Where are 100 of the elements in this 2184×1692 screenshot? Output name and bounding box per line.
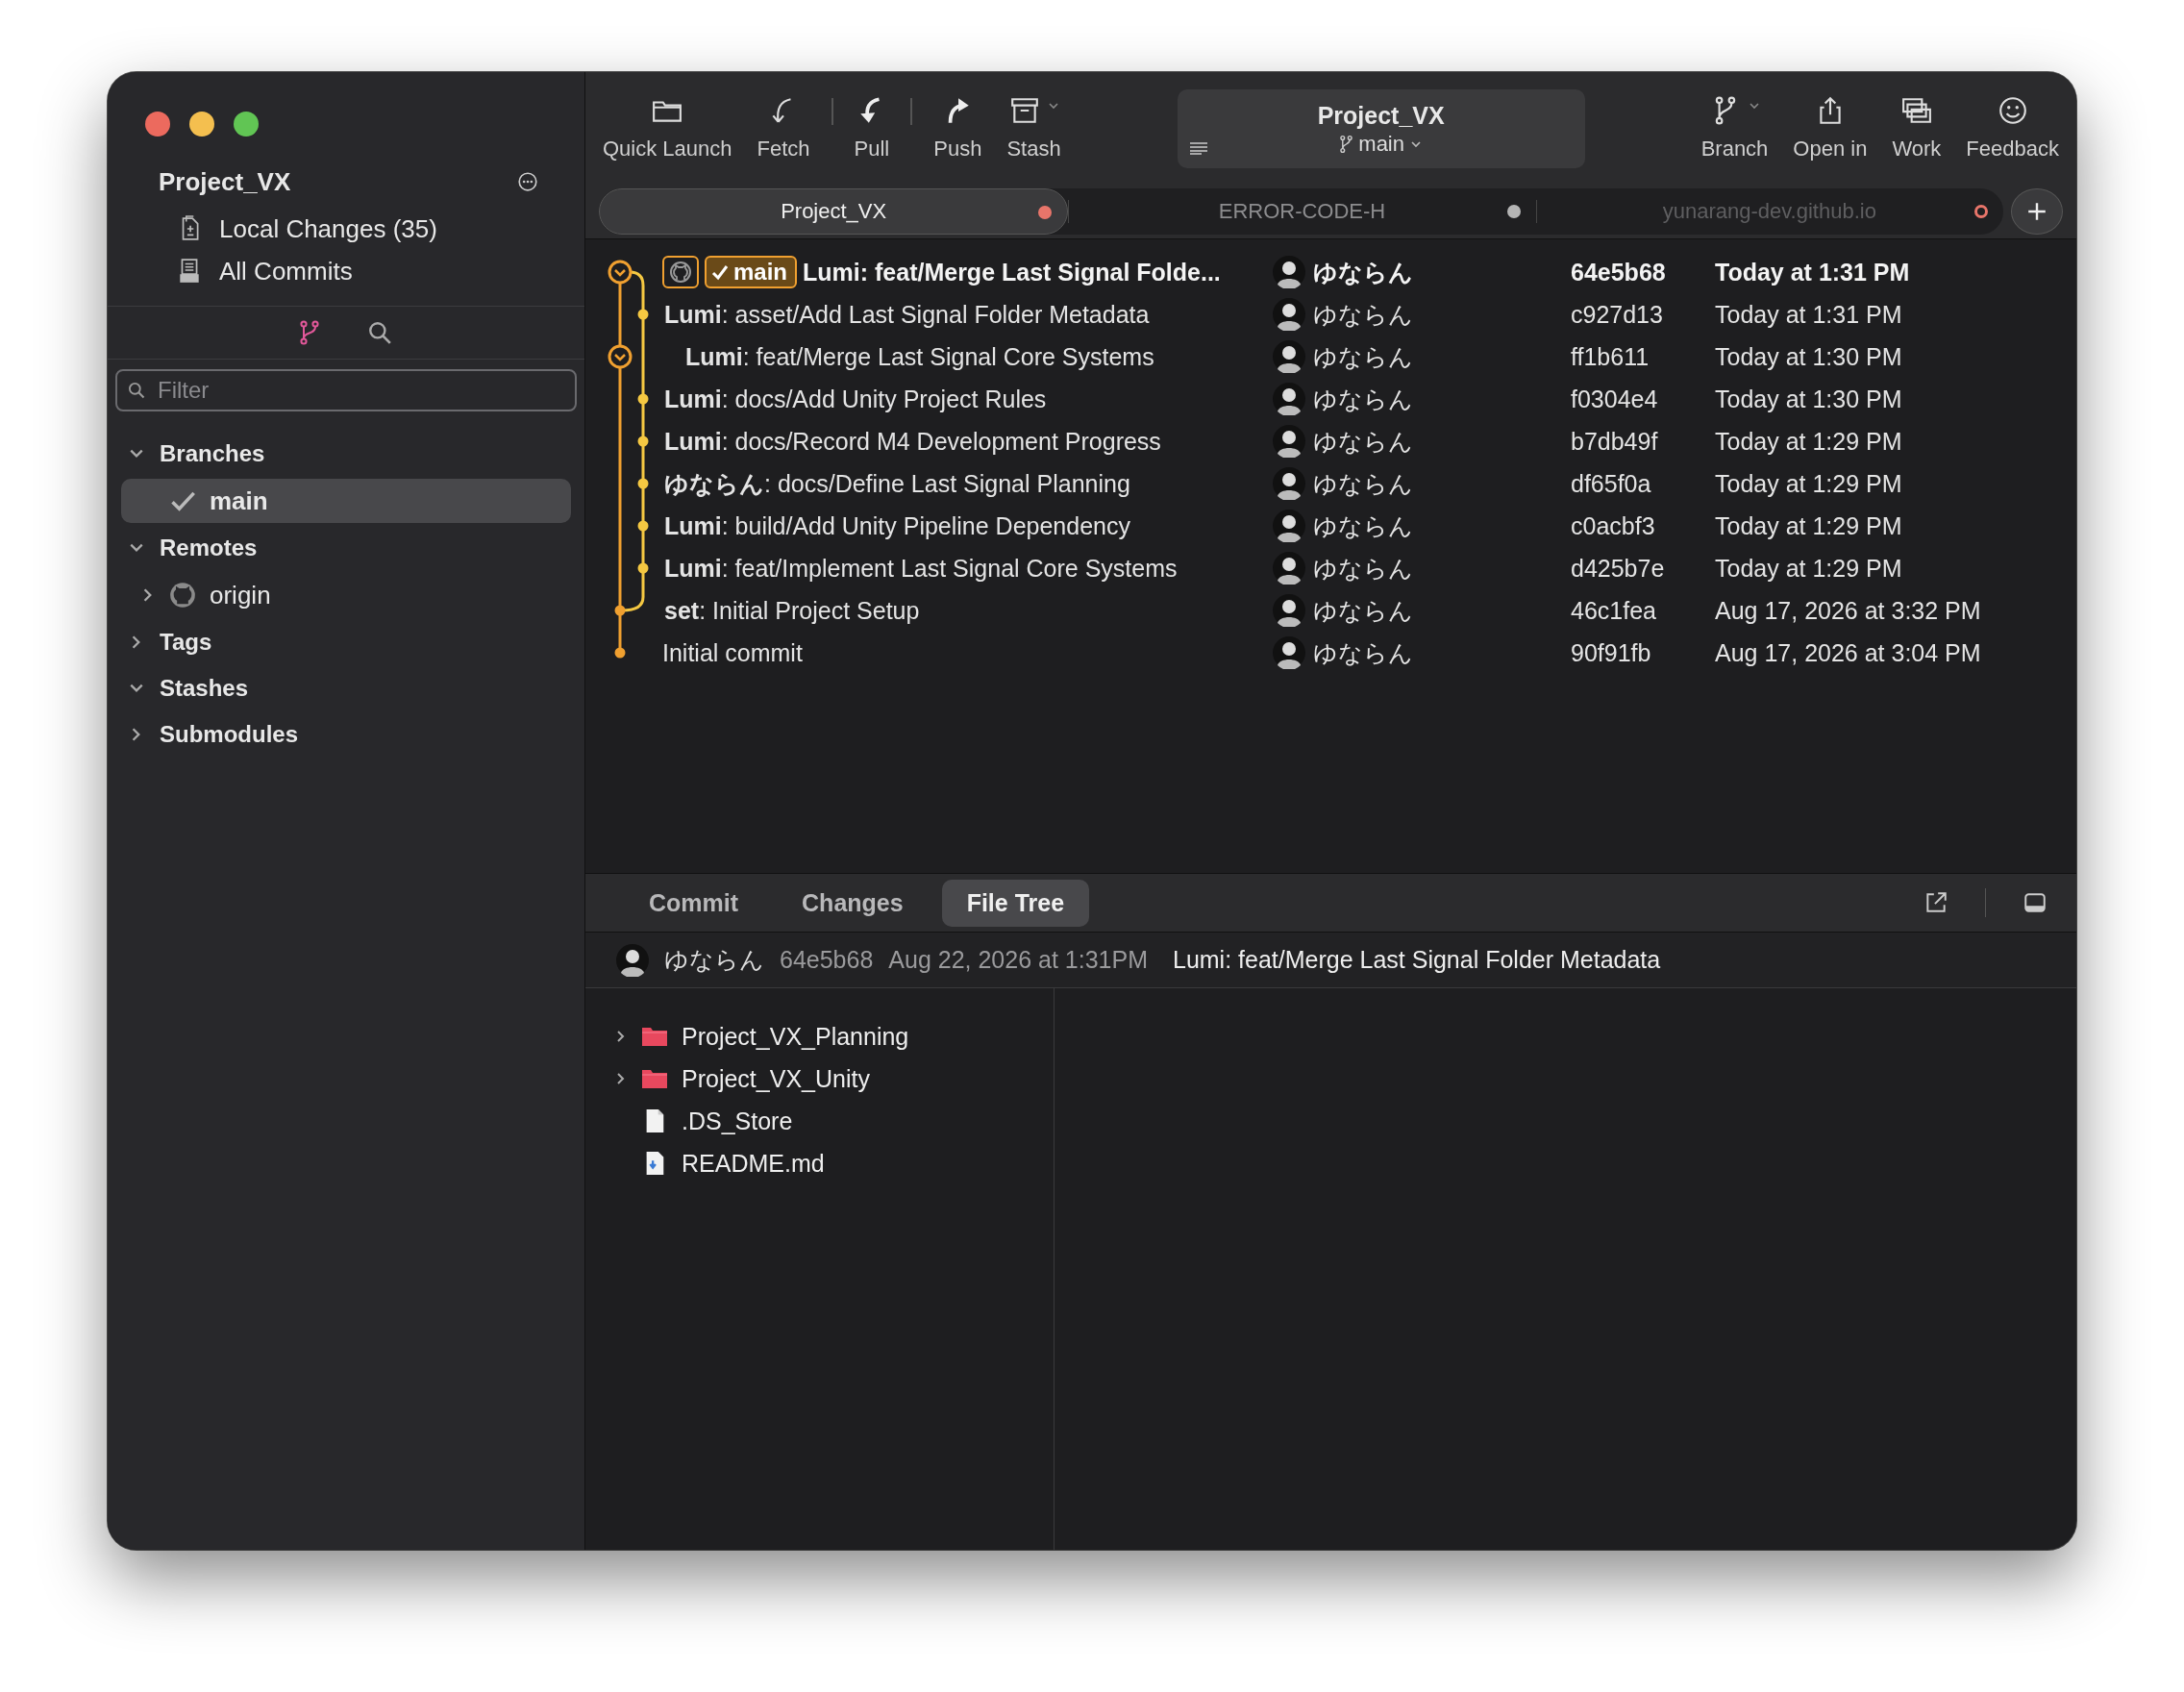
author-name: ゆならん	[1313, 595, 1413, 626]
commit-row[interactable]: Lumi: asset/Add Last Signal Folder Metadata ゆならん c927d13 Today at 1:31 PM	[662, 293, 2076, 336]
commit-row[interactable]: set: Initial Project Setup ゆならん 46c1fea Aug 17, 2026 at 3:32 PM	[662, 589, 2076, 632]
author-name: ゆならん	[1313, 341, 1413, 372]
smiley-icon	[1997, 96, 2028, 125]
more-icon[interactable]	[517, 171, 538, 192]
commit-hash: 90f91fb	[1571, 638, 1652, 667]
commit-row[interactable]: main Lumi: feat/Merge Last Signal Folde... ゆならん 64e5b68 Today at 1:31 PM	[662, 251, 2076, 293]
commit-row[interactable]: Lumi: build/Add Unity Pipeline Dependency ゆならん c0acbf3 Today at 1:29 PM	[662, 505, 2076, 547]
commit-row[interactable]: ゆならん: docs/Define Last Signal Planning ゆならん df65f0a Today at 1:29 PM	[662, 462, 2076, 505]
avatar-icon	[1273, 256, 1305, 288]
sidebar-item[interactable]: Local Changes (35)	[108, 208, 584, 250]
file-tree-item[interactable]: .DS_Store	[585, 1100, 1054, 1142]
toolbar-button[interactable]: Push	[930, 90, 986, 167]
repository-selector[interactable]: Project_VX main	[1177, 89, 1585, 168]
zoom-button[interactable]	[234, 112, 259, 137]
branch-badge[interactable]: main	[705, 256, 797, 288]
avatar-icon	[1273, 510, 1305, 542]
external-link-icon[interactable]	[1923, 890, 1948, 915]
avatar-icon	[1273, 425, 1305, 458]
avatar-icon	[1273, 340, 1305, 373]
tree-section[interactable]: Branches	[121, 431, 571, 477]
commit-date: Aug 17, 2026 at 3:04 PM	[1715, 638, 1982, 667]
toolbar-button[interactable]: Feedback	[1962, 90, 2063, 167]
repository-tab[interactable]: ERROR-CODE-H	[1068, 188, 1536, 235]
filter-field[interactable]: Filter	[115, 369, 577, 411]
commit-hash: d425b7e	[1571, 554, 1666, 583]
author-name: ゆならん	[1313, 553, 1413, 584]
author-name: ゆならん	[1313, 426, 1413, 457]
commit-date: Today at 1:29 PM	[1715, 554, 1903, 583]
commit-row[interactable]: Lumi: feat/Implement Last Signal Core Systems ゆならん d425b7e Today at 1:29 PM	[662, 547, 2076, 589]
toolbar-button[interactable]: Open in	[1789, 90, 1872, 167]
add-tab-button[interactable]	[2011, 188, 2063, 235]
commit-message: Lumi: build/Add Unity Pipeline Dependency	[664, 511, 1130, 540]
toolbar-button[interactable]: Pull	[850, 90, 894, 167]
commit-date: Today at 1:29 PM	[1715, 427, 1903, 456]
caret-icon	[1410, 139, 1422, 148]
toolbar-button[interactable]: Work	[1888, 90, 1946, 167]
merge-node	[608, 260, 633, 285]
commit-row[interactable]: Lumi: docs/Record M4 Development Progress ゆならん b7db49f Today at 1:29 PM	[662, 420, 2076, 462]
commit-date: Aug 17, 2026 at 3:32 PM	[1715, 596, 1982, 625]
toolbar-button[interactable]: Quick Launch	[599, 90, 736, 167]
toolbar-button[interactable]: Stash	[1003, 90, 1065, 167]
commit-message: set: Initial Project Setup	[664, 596, 920, 625]
commit-message: Lumi: docs/Record M4 Development Progress	[664, 427, 1161, 456]
avatar-icon	[1273, 636, 1305, 669]
avatar-icon	[1273, 467, 1305, 500]
tree-section[interactable]: Stashes	[121, 665, 571, 711]
author-name: ゆならん	[1313, 468, 1413, 499]
avatar-icon	[1273, 298, 1305, 331]
toolbar-button[interactable]: Branch	[1697, 90, 1773, 167]
caret-icon[interactable]	[1748, 102, 1760, 110]
commit-date: Today at 1:30 PM	[1715, 342, 1903, 371]
branch-icon[interactable]	[300, 320, 319, 345]
file-tree-item[interactable]: README.md	[585, 1142, 1054, 1184]
caret-icon[interactable]	[1047, 102, 1059, 110]
commit-date: Today at 1:30 PM	[1715, 385, 1903, 413]
close-button[interactable]	[145, 112, 170, 137]
cat-silhouette-icon	[669, 261, 692, 284]
commit-message: ゆならん: docs/Define Last Signal Planning	[664, 468, 1130, 499]
tree-section[interactable]: Remotes	[121, 525, 571, 571]
file-tree-item[interactable]: Project_VX_Unity	[585, 1058, 1054, 1100]
author-name: ゆならん	[1313, 637, 1413, 668]
commit-date: Aug 22, 2026 at 1:31PM	[888, 946, 1148, 974]
author-name: ゆならん	[1313, 384, 1413, 414]
author-name: ゆならん	[1313, 299, 1413, 330]
commit-node	[637, 562, 649, 574]
commit-message: Lumi: docs/Add Unity Project Rules	[664, 385, 1047, 413]
commit-date: Today at 1:29 PM	[1715, 469, 1903, 498]
commit-row[interactable]: Lumi: docs/Add Unity Project Rules ゆならん f0304e4 Today at 1:30 PM	[662, 378, 2076, 420]
avatar-icon	[1273, 594, 1305, 627]
commit-message: Initial commit	[662, 638, 803, 667]
tree-item[interactable]: main	[121, 479, 571, 523]
cat-silhouette-icon	[169, 582, 196, 609]
detail-tab[interactable]: Commit	[624, 879, 764, 927]
list-icon	[1188, 141, 1208, 155]
minimize-button[interactable]	[189, 112, 214, 137]
commit-hash: 64e5b68	[1571, 258, 1667, 286]
toolbar-button[interactable]: Fetch	[753, 90, 814, 167]
panel-icon[interactable]	[2023, 890, 2048, 915]
detail-tab[interactable]: File Tree	[941, 879, 1090, 927]
tree-section[interactable]: Submodules	[121, 711, 571, 758]
search-icon[interactable]	[367, 320, 392, 345]
merge-node	[608, 344, 633, 369]
avatar-icon	[616, 943, 649, 977]
detail-tab[interactable]: Changes	[777, 879, 929, 927]
tree-section[interactable]: Tags	[121, 619, 571, 665]
commit-node	[614, 605, 626, 616]
commit-message: Lumi: feat/Merge Last Signal Folder Metadata	[1173, 946, 1661, 974]
plus-icon	[2026, 201, 2048, 222]
repository-tab[interactable]: Project_VX	[599, 188, 1069, 235]
commit-node	[637, 393, 649, 405]
commit-row[interactable]: Lumi: feat/Merge Last Signal Core Systems ゆならん ff1b611 Today at 1:30 PM	[662, 336, 2076, 378]
branch-selector[interactable]: main	[1340, 131, 1422, 157]
tree-item[interactable]: origin	[121, 573, 571, 617]
commit-hash: 46c1fea	[1571, 596, 1657, 625]
commit-row[interactable]: Initial commit ゆならん 90f91fb Aug 17, 2026 at 3:04 PM	[662, 632, 2076, 674]
commit-node	[614, 647, 626, 659]
sidebar-item[interactable]: All Commits	[108, 250, 584, 292]
file-tree-item[interactable]: Project_VX_Planning	[585, 1015, 1054, 1058]
